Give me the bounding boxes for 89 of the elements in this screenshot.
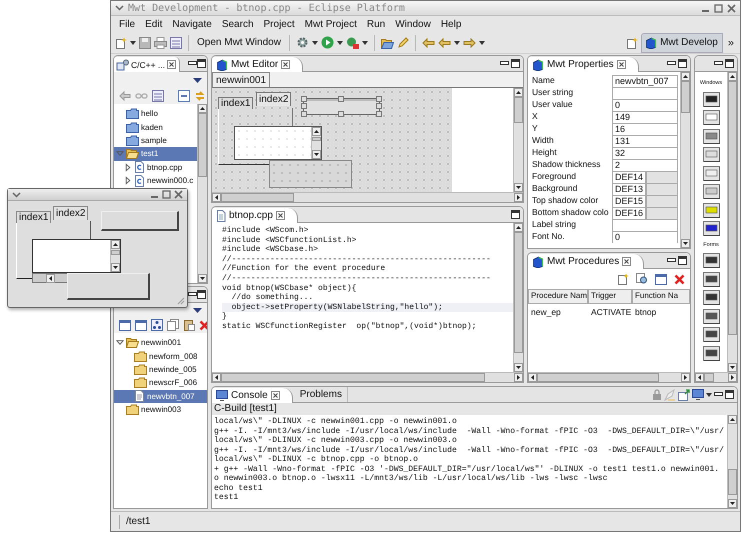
code-line: //------------------------------------------------------ xyxy=(222,254,492,264)
console-line: echo test1 xyxy=(214,484,264,493)
property-name: Font No. xyxy=(532,231,566,243)
code-line: #include <WScom.h> xyxy=(222,226,310,236)
property-value-field[interactable]: 0 xyxy=(612,99,678,111)
property-value-field[interactable]: DEF14 xyxy=(612,171,646,183)
property-name: Label string xyxy=(532,219,577,231)
menu-item[interactable]: Help xyxy=(436,18,466,30)
property-value-field[interactable]: 16 xyxy=(612,123,678,135)
console-line: local/ws\" -DLINUX -c btnop.cpp -o btnop.o xyxy=(214,455,419,464)
tree-item[interactable]: newvbtn_007 xyxy=(114,390,207,403)
property-name: Bottom shadow colo xyxy=(532,207,610,219)
property-name: Width xyxy=(532,135,555,147)
property-name: Name xyxy=(532,75,556,87)
menu-item[interactable]: File xyxy=(114,18,140,30)
tab-widget: index2 xyxy=(256,92,292,106)
menu-item[interactable]: Mwt Project xyxy=(300,18,362,30)
page-tab[interactable]: newwin001 xyxy=(212,72,270,87)
tree-item[interactable]: test1 xyxy=(114,147,197,161)
table-cell-text: new_ep xyxy=(530,306,562,316)
property-value-field[interactable]: 32 xyxy=(612,147,678,159)
console-line: o newwin003.o btnop.o -lwsx11 -L/mnt3/ws/lib -L/usr/local/ws/lib -lws -lwsc -lwsc xyxy=(214,474,608,484)
code-line: //Function for the event procedure xyxy=(222,264,386,274)
table-cell-text: btnop xyxy=(634,306,658,316)
view-tab[interactable]: btnop.cpp xyxy=(212,208,298,223)
menu-item[interactable]: Edit xyxy=(140,18,168,30)
tree-item[interactable]: newscrF_006 xyxy=(114,376,207,390)
property-name: User string xyxy=(532,87,574,99)
code-line: #include <WSCfunctionList.h> xyxy=(222,236,358,245)
view-tab[interactable]: C/C++ ... xyxy=(114,57,180,72)
property-name: X xyxy=(532,111,539,123)
code-line: #include <WSCbase.h> xyxy=(222,245,320,255)
column-header[interactable]: Procedure Nam xyxy=(528,289,588,304)
console-line: g++ -I. -I/mnt3/ws/include -I/usr/local/ws/include -Wall -Wno-format -fPIC -O3 -DWS_DEFAULT_DIR=\"/usr/ xyxy=(214,446,725,455)
property-value-field[interactable]: 131 xyxy=(612,135,678,147)
overflow-button[interactable]: » xyxy=(726,36,736,48)
property-value-field[interactable]: 0 xyxy=(612,231,678,243)
property-name: Height xyxy=(532,147,558,159)
property-value-field[interactable]: newvbtn_007 xyxy=(612,75,678,87)
tree-item[interactable]: newinde_005 xyxy=(114,362,207,376)
console-line: + g++ -Wall -Wno-format -fPIC -O3 '-DWS_DEFAULT_DIR="/usr/local/ws"' -DLINUX -o test1 test1.o newwin001. xyxy=(214,464,720,474)
console-line: test1 xyxy=(214,493,240,502)
menu-item[interactable]: Run xyxy=(362,18,390,30)
view-tab[interactable]: Mwt Editor xyxy=(212,57,304,72)
code-line: //------------------------------------------------------ xyxy=(222,274,492,284)
open-window-button[interactable]: Open Mwt Window xyxy=(195,37,283,48)
property-name: Background xyxy=(532,183,578,195)
table-cell-text: ACTIVATE xyxy=(590,306,632,316)
console-line: local/ws\" -DLINUX -c newwin003.cpp -o newwin003.o xyxy=(214,436,458,446)
view-tab[interactable]: Console xyxy=(212,388,293,403)
column-header[interactable]: Trigger xyxy=(588,289,632,304)
property-name: Y xyxy=(532,123,539,135)
column-header[interactable]: Function Na xyxy=(632,289,690,304)
tab[interactable]: index1 xyxy=(16,211,52,223)
property-value-field[interactable]: 2 xyxy=(612,159,678,171)
tree-item[interactable]: newwin003 xyxy=(114,402,207,416)
code-line: void btnop(WSCbase* object){ xyxy=(222,284,358,293)
tree-item[interactable]: newform_008 xyxy=(114,349,207,363)
code-line: } xyxy=(222,312,228,322)
tree-item[interactable]: sample xyxy=(114,134,197,148)
tab[interactable]: index2 xyxy=(53,206,88,220)
tab-widget: index1 xyxy=(218,97,254,109)
menu-item[interactable]: Search xyxy=(216,18,259,30)
property-name: User value xyxy=(532,99,574,111)
tree-item[interactable]: newwin000.c xyxy=(114,174,197,188)
console-line: g++ -I. -I/mnt3/ws/include -I/usr/local/ws/include -Wall -Wno-format -fPIC -O3 -DWS_DEFAULT_DIR=\"/usr/ xyxy=(214,426,725,436)
code-line: static WSCfunctionRegister op("btnop",(void*)btnop); xyxy=(222,322,478,332)
property-name: Foreground xyxy=(532,171,577,183)
menu-item[interactable]: Project xyxy=(258,18,300,30)
tree-item[interactable]: newwin001 xyxy=(114,336,207,350)
view-tab[interactable]: Mwt Properties xyxy=(528,57,639,72)
property-value-field[interactable]: DEF15 xyxy=(612,195,646,207)
tree-item[interactable]: kaden xyxy=(114,120,197,134)
console-line: local/ws\" -DLINUX -c newwin001.cpp -o newwin001.o xyxy=(214,417,458,426)
status-text: /test1 xyxy=(126,516,150,527)
property-value-field[interactable]: DEF16 xyxy=(612,207,646,219)
property-name: Top shadow color xyxy=(532,195,600,207)
property-name: Shadow thickness xyxy=(532,159,602,171)
window-title: Mwt Development - btnop.cpp - Eclipse Platform xyxy=(128,2,405,14)
menu-item[interactable]: Navigate xyxy=(167,18,217,30)
view-tab[interactable]: Mwt Procedures xyxy=(528,254,644,269)
tree-item[interactable]: hello xyxy=(114,107,197,120)
perspective-button[interactable]: Mwt Develop xyxy=(641,32,723,52)
tree-item[interactable]: btnop.cpp xyxy=(114,160,197,174)
console-title: C-Build [test1] xyxy=(212,403,737,415)
menu-item[interactable]: Window xyxy=(390,18,436,30)
property-value-field[interactable]: 149 xyxy=(612,111,678,123)
code-line: //do something... xyxy=(230,293,314,303)
property-value-field[interactable]: DEF13 xyxy=(612,183,646,195)
